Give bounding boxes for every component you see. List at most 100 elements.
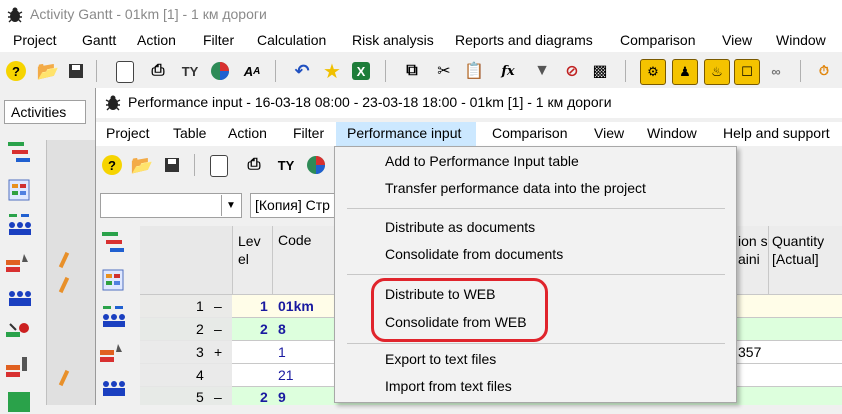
outer-toolbar: ? 📂 ⎙ TY AA ↶ ★ X ⧉ ✂ 📋 fx ▼ ⊘ ▩ ⚙ ♟ ♨ ☐… — [0, 52, 842, 91]
inner-menu-table[interactable]: Table — [173, 125, 206, 141]
menu-item-consolidate-from-documents[interactable]: Consolidate from documents — [385, 246, 563, 262]
inner-app-bug-icon — [105, 95, 121, 111]
menu-item-import-from-text-files[interactable]: Import from text files — [385, 378, 512, 394]
formula-icon[interactable]: fx — [496, 59, 520, 83]
inner-save-icon[interactable] — [160, 153, 184, 177]
inner-table-view-icon[interactable] — [100, 268, 128, 294]
outer-menu-view[interactable]: View — [722, 32, 752, 48]
excel-icon[interactable]: X — [352, 62, 370, 80]
star-icon[interactable]: ★ — [320, 59, 344, 83]
resource-icon-3[interactable]: ♨ — [704, 59, 730, 85]
outer-menu-reports[interactable]: Reports and diagrams — [455, 32, 593, 48]
inner-menu-project[interactable]: Project — [106, 125, 150, 141]
row-code[interactable]: 21 — [278, 367, 294, 383]
outer-menu-action[interactable]: Action — [137, 32, 176, 48]
menu-item-add-to-performance-input[interactable]: Add to Performance Input table — [385, 153, 579, 169]
calendar-icon[interactable] — [6, 388, 34, 414]
grid-corner-header — [140, 226, 232, 294]
inner-menu-window[interactable]: Window — [647, 125, 697, 141]
inner-window-title: Performance input - 16-03-18 08:00 - 23-… — [128, 94, 612, 110]
row-code[interactable]: 9 — [278, 389, 286, 405]
app-bug-icon — [7, 7, 23, 23]
inner-resources-icon[interactable] — [100, 304, 128, 330]
outer-grid-strip — [46, 140, 95, 405]
link-icon[interactable]: ∞ — [764, 59, 788, 83]
schedule-icon[interactable]: ⏱ — [812, 59, 836, 83]
header-level[interactable]: Lev el — [238, 232, 268, 268]
header-partial[interactable]: ion s aini — [738, 232, 768, 288]
outer-menu-filter[interactable]: Filter — [203, 32, 234, 48]
inner-menu-view[interactable]: View — [594, 125, 624, 141]
inner-print-icon[interactable]: ⎙ — [242, 153, 266, 177]
paste-icon[interactable]: 📋 — [462, 59, 486, 83]
row-expander[interactable]: + — [214, 344, 222, 360]
inner-pie-chart-icon[interactable] — [304, 153, 328, 177]
row-level: 2 — [260, 389, 268, 405]
outer-title-bar: Activity Gantt - 01km [1] - 1 км дороги — [0, 0, 842, 30]
pie-chart-icon[interactable] — [208, 59, 232, 83]
resource-icon-2[interactable]: ♟ — [672, 59, 698, 85]
inner-team-icon[interactable] — [100, 376, 128, 402]
gantt-view-icon[interactable] — [6, 140, 34, 166]
inner-table-icon[interactable] — [210, 155, 228, 177]
cost-icon[interactable] — [4, 320, 32, 346]
table-view-icon[interactable] — [6, 178, 34, 204]
open-folder-icon[interactable]: 📂 — [36, 59, 60, 83]
filter-icon[interactable]: ▼ — [530, 59, 554, 83]
inner-gantt-icon[interactable] — [100, 230, 128, 256]
combo-arrow-icon[interactable]: ▼ — [221, 195, 240, 216]
clear-filter-icon[interactable]: ⊘ — [560, 59, 584, 83]
layout-combo-value: [Копия] Стр — [255, 197, 330, 213]
resource-icon-4[interactable]: ☐ — [734, 59, 760, 85]
inner-tools-icon[interactable]: TY — [274, 153, 298, 177]
red-highlight-annotation — [371, 278, 548, 342]
inner-open-folder-icon[interactable]: 📂 — [130, 153, 154, 177]
outer-window-title: Activity Gantt - 01km [1] - 1 км дороги — [30, 6, 267, 22]
row-code[interactable]: 01km — [278, 298, 314, 314]
activities-select[interactable]: Activities — [4, 100, 86, 124]
row-expander[interactable]: – — [214, 389, 222, 405]
cut-icon[interactable]: ✂ — [432, 59, 456, 83]
outer-menu-comparison[interactable]: Comparison — [620, 32, 695, 48]
film-icon[interactable]: ▩ — [588, 59, 612, 83]
inner-menu-performance-input[interactable]: Performance input — [347, 125, 461, 141]
inner-help-icon[interactable]: ? — [102, 155, 122, 175]
header-code[interactable]: Code — [278, 232, 311, 248]
menu-item-transfer-performance-data[interactable]: Transfer performance data into the proje… — [385, 180, 646, 196]
inner-menu-comparison[interactable]: Comparison — [492, 125, 567, 141]
print-icon[interactable]: ⎙ — [146, 59, 170, 83]
row-expander[interactable]: – — [214, 321, 222, 337]
resource-icon-1[interactable]: ⚙ — [640, 59, 666, 85]
row-level: 1 — [260, 298, 268, 314]
copy-icon[interactable]: ⧉ — [400, 59, 424, 83]
inner-menu-help[interactable]: Help and support — [723, 125, 830, 141]
network-icon[interactable] — [4, 250, 32, 276]
activities-select-value: Activities — [11, 104, 67, 120]
outer-menu-project[interactable]: Project — [13, 32, 57, 48]
outer-menu-window[interactable]: Window — [776, 32, 826, 48]
inner-menu-filter[interactable]: Filter — [293, 125, 324, 141]
inner-network-icon[interactable] — [98, 340, 126, 366]
tools-icon[interactable]: TY — [178, 59, 202, 83]
row-code[interactable]: 8 — [278, 321, 286, 337]
outer-menu-gantt[interactable]: Gantt — [82, 32, 116, 48]
table-icon[interactable] — [116, 61, 134, 83]
outer-menu-calculation[interactable]: Calculation — [257, 32, 326, 48]
row-index: 2 — [196, 321, 204, 337]
outer-menu-risk-analysis[interactable]: Risk analysis — [352, 32, 434, 48]
team-icon[interactable] — [6, 286, 34, 312]
menu-item-distribute-as-documents[interactable]: Distribute as documents — [385, 219, 535, 235]
help-icon[interactable]: ? — [6, 61, 26, 81]
reports-icon[interactable] — [4, 355, 32, 381]
row-index: 5 — [196, 389, 204, 405]
save-icon[interactable] — [64, 59, 88, 83]
undo-icon[interactable]: ↶ — [290, 59, 314, 83]
row-code[interactable]: 1 — [278, 344, 286, 360]
font-icon[interactable]: AA — [240, 59, 264, 83]
inner-menu-action[interactable]: Action — [228, 125, 267, 141]
row-expander[interactable]: – — [214, 298, 222, 314]
resources-group-icon[interactable] — [6, 212, 34, 238]
menu-item-export-to-text-files[interactable]: Export to text files — [385, 351, 496, 367]
filter-combo[interactable]: ▼ — [100, 193, 242, 218]
header-quantity-actual[interactable]: Quantity [Actual] — [772, 232, 840, 268]
